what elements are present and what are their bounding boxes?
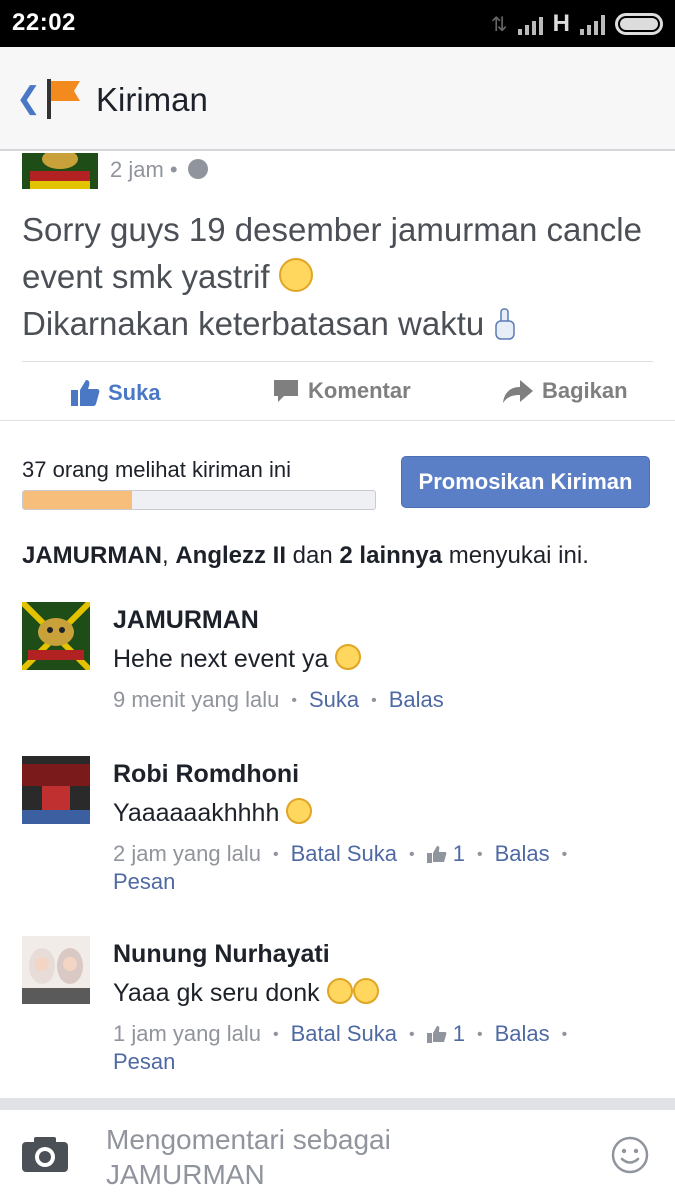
comment-input[interactable]: Mengomentari sebagai JAMURMAN <box>106 1122 526 1192</box>
views-count: 37 orang melihat kiriman ini <box>22 457 292 482</box>
comment-author[interactable]: JAMURMAN <box>113 606 259 635</box>
comment-text: Hehe next event ya <box>113 644 362 674</box>
pointing-up-emoji-icon <box>495 308 516 340</box>
comment-like-link[interactable]: Suka <box>309 687 359 712</box>
comment-time: 2 jam yang lalu <box>113 841 261 866</box>
comment-item: Nunung Nurhayati Yaaa gk seru donk 1 jam… <box>0 936 675 1086</box>
comment-reply-link[interactable]: Balas <box>495 1021 550 1046</box>
camera-icon[interactable] <box>20 1134 70 1174</box>
battery-icon <box>615 13 663 35</box>
comment-message-link[interactable]: Pesan <box>113 869 175 894</box>
comment-meta: 9 menit yang lalu • Suka • Balas <box>113 687 444 712</box>
post-action-bar: Suka Komentar Bagikan <box>22 361 653 421</box>
divider <box>0 420 675 421</box>
comment-text: Yaaa gk seru donk <box>113 978 379 1008</box>
signal-icon-2 <box>580 13 605 35</box>
thumbs-up-icon <box>426 1026 447 1043</box>
comment-composer: Mengomentari sebagai JAMURMAN <box>0 1110 675 1200</box>
avatar[interactable] <box>22 756 90 824</box>
comment-reply-link[interactable]: Balas <box>495 841 550 866</box>
comment-time: 1 jam yang lalu <box>113 1021 261 1046</box>
app-bar: ❮ Kiriman <box>0 47 675 151</box>
post-text-line2: Dikarnakan keterbatasan waktu <box>22 305 485 342</box>
globe-icon <box>187 159 208 179</box>
flag-icon[interactable] <box>44 77 84 121</box>
smiling-emoji-icon <box>278 258 313 292</box>
likers-others[interactable]: 2 lainnya <box>339 542 442 569</box>
data-transfer-icon: ⇅ <box>490 13 508 36</box>
smiling-emoji-icon <box>352 978 379 1004</box>
comment-icon <box>274 380 298 402</box>
liker-name-1[interactable]: JAMURMAN <box>22 542 162 569</box>
comment-label: Komentar <box>308 378 411 403</box>
comment-author[interactable]: Nunung Nurhayati <box>113 940 330 969</box>
comment-author[interactable]: Robi Romdhoni <box>113 760 299 789</box>
share-button[interactable]: Bagikan <box>502 378 628 404</box>
status-time: 22:02 <box>12 9 76 36</box>
share-label: Bagikan <box>542 378 628 403</box>
avatar[interactable] <box>22 936 90 1004</box>
comment-reply-link[interactable]: Balas <box>389 687 444 712</box>
comment-message-link[interactable]: Pesan <box>113 1049 175 1074</box>
liker-name-2[interactable]: Anglezz II <box>175 542 286 569</box>
chevron-left-icon[interactable]: ❮ <box>16 81 41 116</box>
status-bar: 22:02 ⇅ H <box>0 0 675 47</box>
comment-unlike-link[interactable]: Batal Suka <box>291 1021 397 1046</box>
network-type: H <box>552 10 570 37</box>
crying-emoji-icon <box>286 798 313 824</box>
comment-item: JAMURMAN Hehe next event ya 9 menit yang… <box>0 602 675 722</box>
post-time: 2 jam • <box>110 157 208 183</box>
reach-progress-fill <box>23 491 133 509</box>
comment-time: 9 menit yang lalu <box>113 687 280 712</box>
page-title: Kiriman <box>96 81 208 118</box>
reach-progress-bar <box>22 490 376 510</box>
comment-unlike-link[interactable]: Batal Suka <box>291 841 397 866</box>
like-button[interactable]: Suka <box>70 378 161 408</box>
disappointed-emoji-icon <box>326 978 353 1004</box>
kissing-emoji-icon <box>335 644 362 670</box>
comment-meta: 1 jam yang lalu • Batal Suka • 1 • Balas • Pesa… <box>113 1021 568 1074</box>
page-avatar[interactable] <box>22 153 98 189</box>
status-icons: ⇅ H <box>491 10 663 38</box>
likes-summary[interactable]: JAMURMAN, Anglezz II dan 2 lainnya menyu… <box>22 542 589 570</box>
post-text: Sorry guys 19 desember jamurman cancle e… <box>22 206 662 347</box>
post-text-line1: Sorry guys 19 desember jamurman cancle e… <box>22 211 642 295</box>
like-label: Suka <box>108 380 161 405</box>
comment-text: Yaaaaaakhhhh <box>113 798 313 828</box>
avatar[interactable] <box>22 602 90 670</box>
comment-like-count[interactable]: 1 <box>453 841 465 866</box>
comment-item: Robi Romdhoni Yaaaaaakhhhh 2 jam yang la… <box>0 756 675 906</box>
thumbs-up-icon <box>71 380 100 406</box>
smiley-icon[interactable] <box>611 1136 649 1174</box>
post-header: 2 jam • <box>0 153 675 193</box>
comment-meta: 2 jam yang lalu • Batal Suka • 1 • Balas • Pesa… <box>113 841 568 894</box>
composer-divider <box>0 1098 675 1110</box>
promote-post-button[interactable]: Promosikan Kiriman <box>401 456 650 508</box>
thumbs-up-icon <box>426 846 447 863</box>
comment-like-count[interactable]: 1 <box>453 1021 465 1046</box>
share-arrow-icon <box>503 380 533 403</box>
signal-icon <box>517 13 543 35</box>
